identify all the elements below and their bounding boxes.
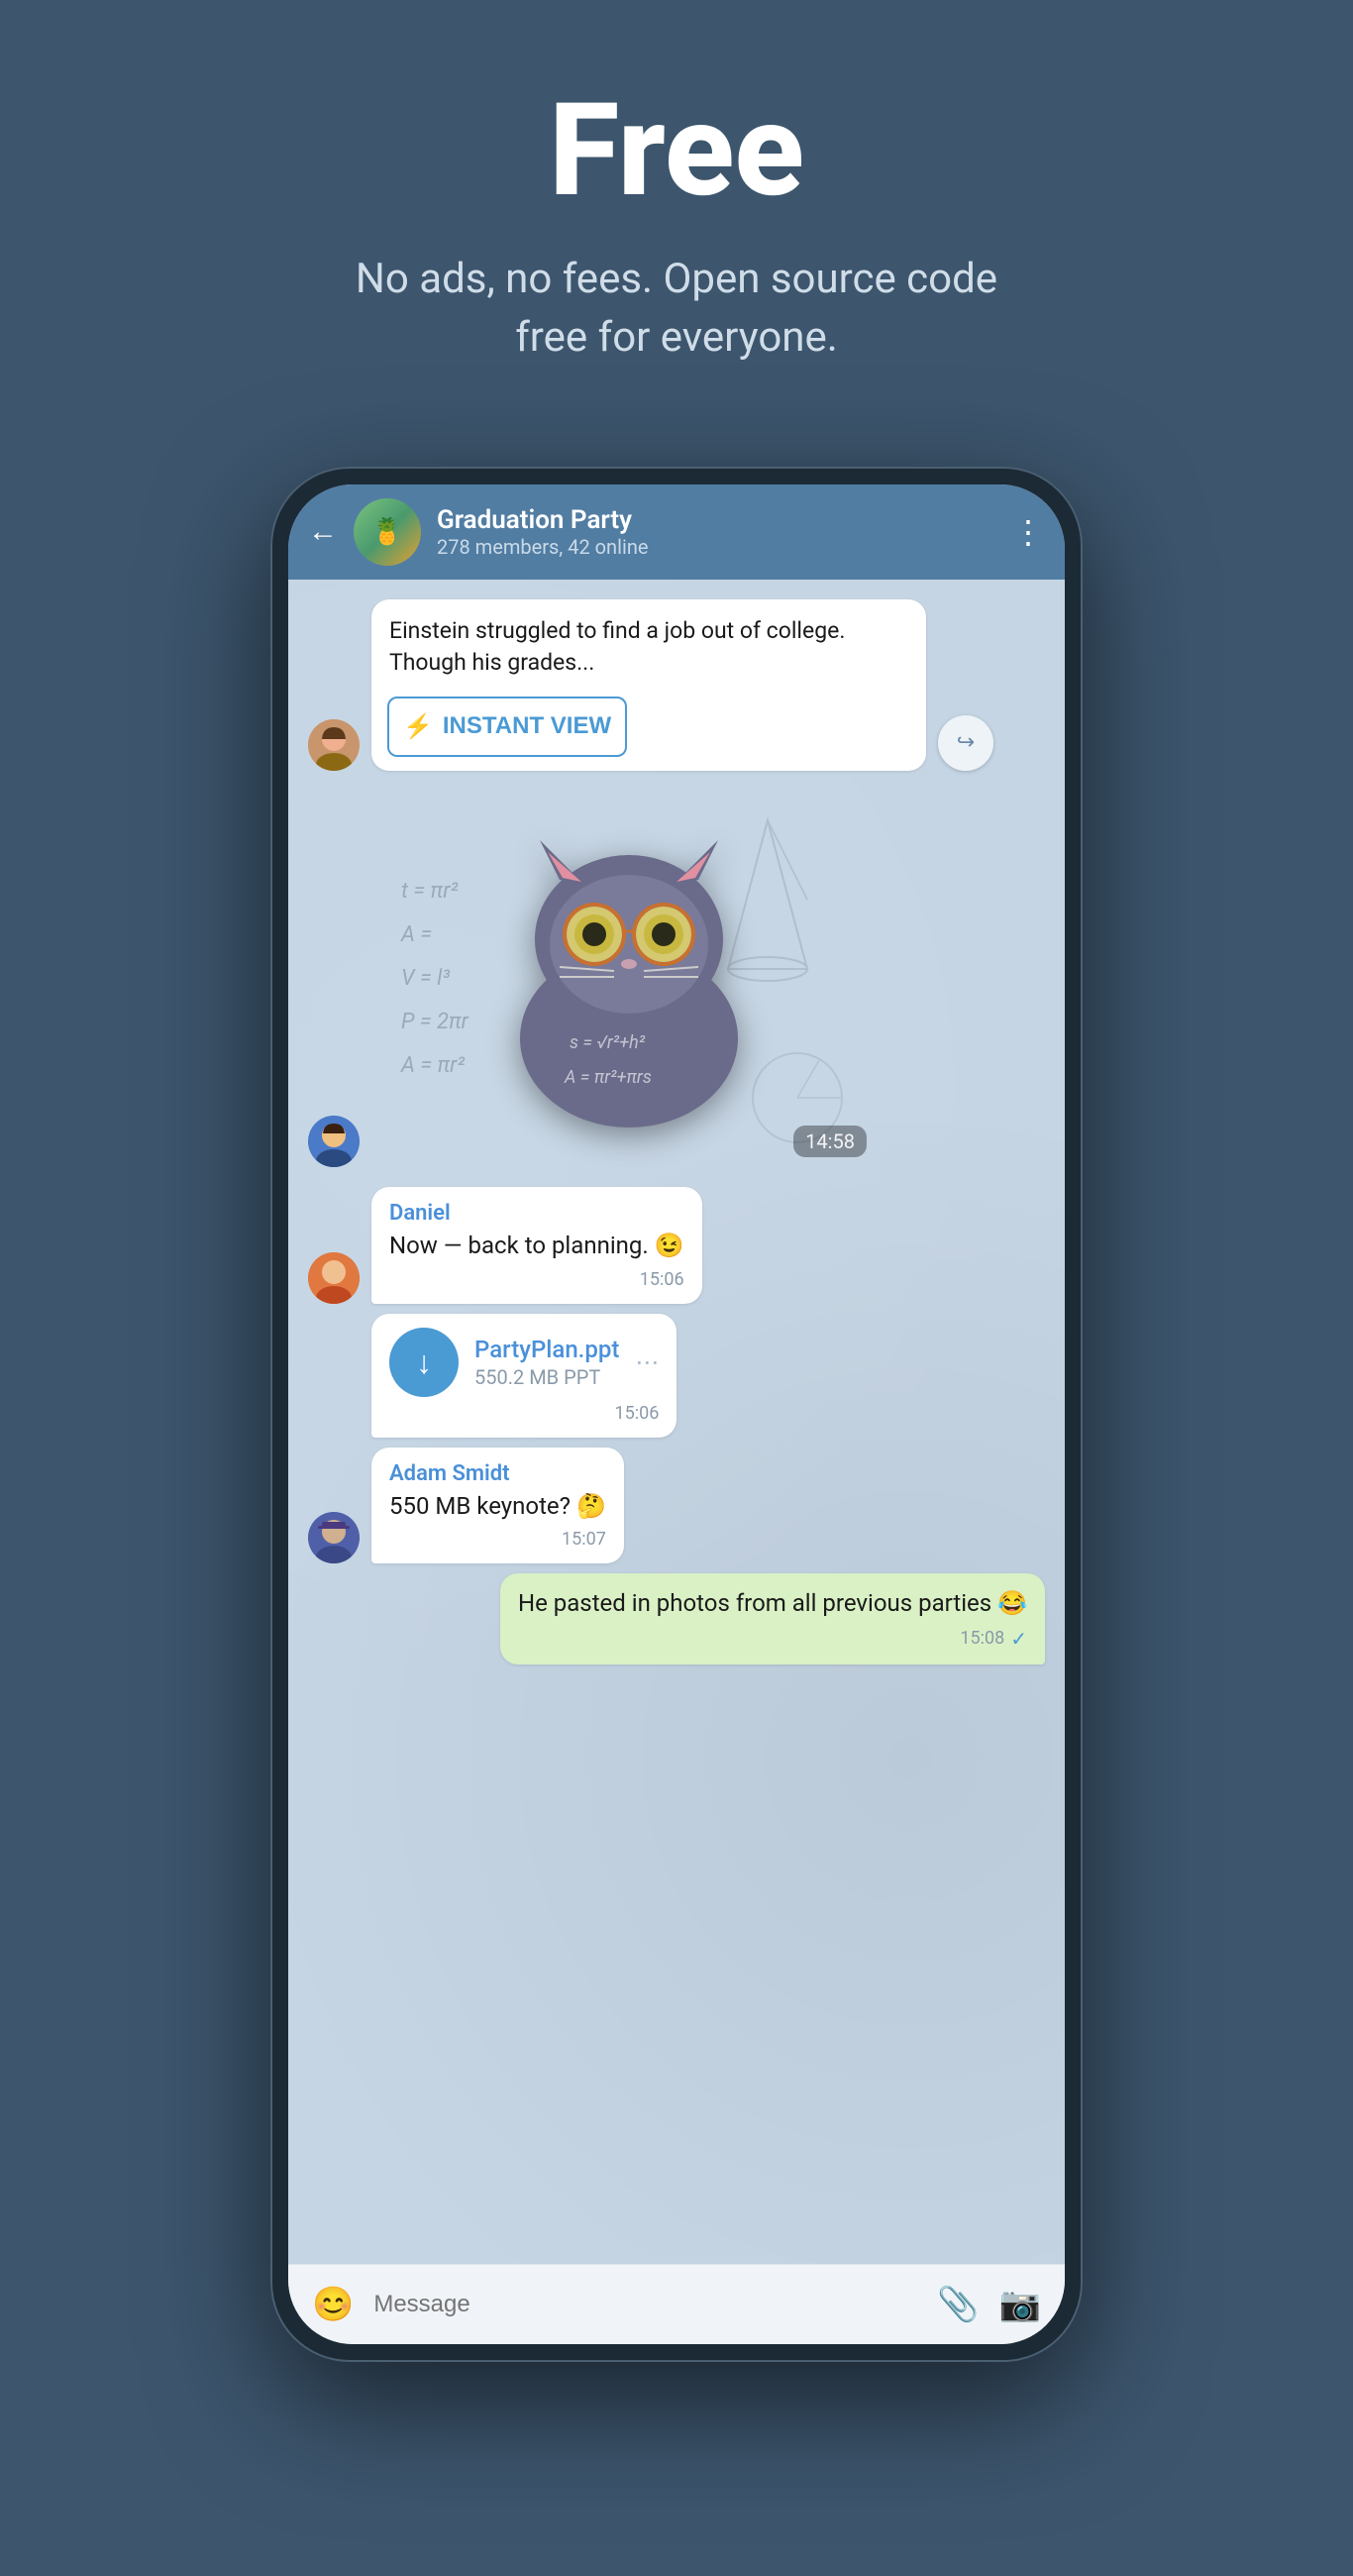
adam-time: 15:07 [389, 1529, 606, 1550]
outgoing-time-value: 15:08 [960, 1628, 1004, 1649]
instant-view-button[interactable]: ⚡ INSTANT VIEW [387, 697, 627, 757]
sticker-time: 14:58 [793, 1126, 867, 1157]
instant-view-label: INSTANT VIEW [443, 712, 611, 740]
adam-text: 550 MB keynote? 🤔 [389, 1490, 606, 1524]
share-button-wrapper: ↪ [938, 715, 993, 771]
daniel-sender: Daniel [389, 1201, 684, 1226]
article-text-area: Einstein struggled to find a job out of … [371, 599, 926, 687]
daniel-text: Now — back to planning. 😉 [389, 1230, 684, 1263]
outgoing-text: He pasted in photos from all previous pa… [518, 1587, 1027, 1621]
header-info: Graduation Party 278 members, 42 online [437, 505, 996, 559]
group-status: 278 members, 42 online [437, 535, 996, 559]
group-name: Graduation Party [437, 505, 996, 535]
cat-sticker: s = √r²+h² A = πr²+πrs [480, 810, 778, 1147]
daniel-bubble: Daniel Now — back to planning. 😉 15:06 [371, 1187, 702, 1304]
phone-inner: ← 🍍 Graduation Party 278 members, 42 onl… [288, 484, 1065, 2344]
hero-subtitle: No ads, no fees. Open source code free f… [330, 251, 1023, 368]
chat-header: ← 🍍 Graduation Party 278 members, 42 onl… [288, 484, 1065, 580]
svg-text:A = πr²+πrs: A = πr²+πrs [564, 1067, 652, 1088]
file-info: PartyPlan.ppt 550.2 MB PPT [474, 1336, 619, 1389]
female-avatar-svg [308, 719, 360, 771]
download-arrow-icon: ↓ [416, 1343, 432, 1381]
adam-sender: Adam Smidt [389, 1461, 606, 1486]
input-bar: 😊 📎 📷 [288, 2264, 1065, 2344]
hero-section: Free No ads, no fees. Open source code f… [0, 0, 1353, 427]
outgoing-time: 15:08 ✓ [518, 1627, 1027, 1651]
read-check-icon: ✓ [1010, 1627, 1027, 1651]
article-card-wrapper: Einstein struggled to find a job out of … [371, 599, 926, 771]
chat-body: Einstein struggled to find a job out of … [288, 580, 1065, 2264]
male3-avatar-svg [308, 1512, 360, 1563]
emoji-button[interactable]: 😊 [312, 2285, 354, 2324]
male2-avatar-svg [308, 1252, 360, 1304]
file-download-icon[interactable]: ↓ [389, 1328, 459, 1397]
outgoing-bubble: He pasted in photos from all previous pa… [500, 1573, 1045, 1664]
file-more-button[interactable]: ⋯ [635, 1348, 659, 1376]
adam-message-row: Adam Smidt 550 MB keynote? 🤔 15:07 [308, 1448, 1045, 1564]
article-snippet: Einstein struggled to find a job out of … [389, 615, 908, 679]
back-button[interactable]: ← [308, 514, 338, 549]
sticker-container: t = πr² A = V = l³ P = 2πr A = πr² [371, 791, 886, 1167]
article-card: Einstein struggled to find a job out of … [371, 599, 926, 771]
male1-avatar [308, 1116, 360, 1167]
group-avatar-emoji: 🍍 [371, 517, 403, 547]
file-bubble: ↓ PartyPlan.ppt 550.2 MB PPT ⋯ 15:06 [371, 1314, 676, 1438]
camera-button[interactable]: 📷 [999, 2285, 1041, 2324]
svg-text:s = √r²+h²: s = √r²+h² [570, 1032, 646, 1053]
group-avatar: 🍍 [354, 498, 421, 566]
daniel-message-row: Daniel Now — back to planning. 😉 15:06 [308, 1187, 1045, 1304]
file-time: 15:06 [389, 1403, 659, 1424]
sticker-message: t = πr² A = V = l³ P = 2πr A = πr² [308, 791, 1045, 1167]
male1-avatar-svg [308, 1116, 360, 1167]
chat-body-bottom-spacer [308, 1674, 1045, 1694]
outgoing-message-row: He pasted in photos from all previous pa… [308, 1573, 1045, 1664]
phone-mockup: ← 🍍 Graduation Party 278 members, 42 onl… [270, 467, 1083, 2362]
file-row: ↓ PartyPlan.ppt 550.2 MB PPT ⋯ [389, 1328, 659, 1397]
phone-outer: ← 🍍 Graduation Party 278 members, 42 onl… [270, 467, 1083, 2362]
female-avatar [308, 719, 360, 771]
lightning-icon: ⚡ [403, 712, 433, 741]
more-menu-button[interactable]: ⋮ [1012, 513, 1045, 551]
article-message-row: Einstein struggled to find a job out of … [308, 599, 1045, 771]
file-name: PartyPlan.ppt [474, 1336, 619, 1363]
sticker-row: t = πr² A = V = l³ P = 2πr A = πr² [308, 791, 1045, 1167]
share-button[interactable]: ↪ [938, 715, 993, 771]
message-input[interactable] [373, 2281, 917, 2328]
daniel-time: 15:06 [389, 1269, 684, 1290]
file-size: 550.2 MB PPT [474, 1365, 619, 1389]
attach-button[interactable]: 📎 [937, 2285, 979, 2324]
male2-avatar [308, 1252, 360, 1304]
hero-title: Free [40, 79, 1313, 221]
adam-bubble: Adam Smidt 550 MB keynote? 🤔 15:07 [371, 1448, 624, 1564]
male3-avatar [308, 1512, 360, 1563]
file-message-row: ↓ PartyPlan.ppt 550.2 MB PPT ⋯ 15:06 [308, 1314, 1045, 1438]
